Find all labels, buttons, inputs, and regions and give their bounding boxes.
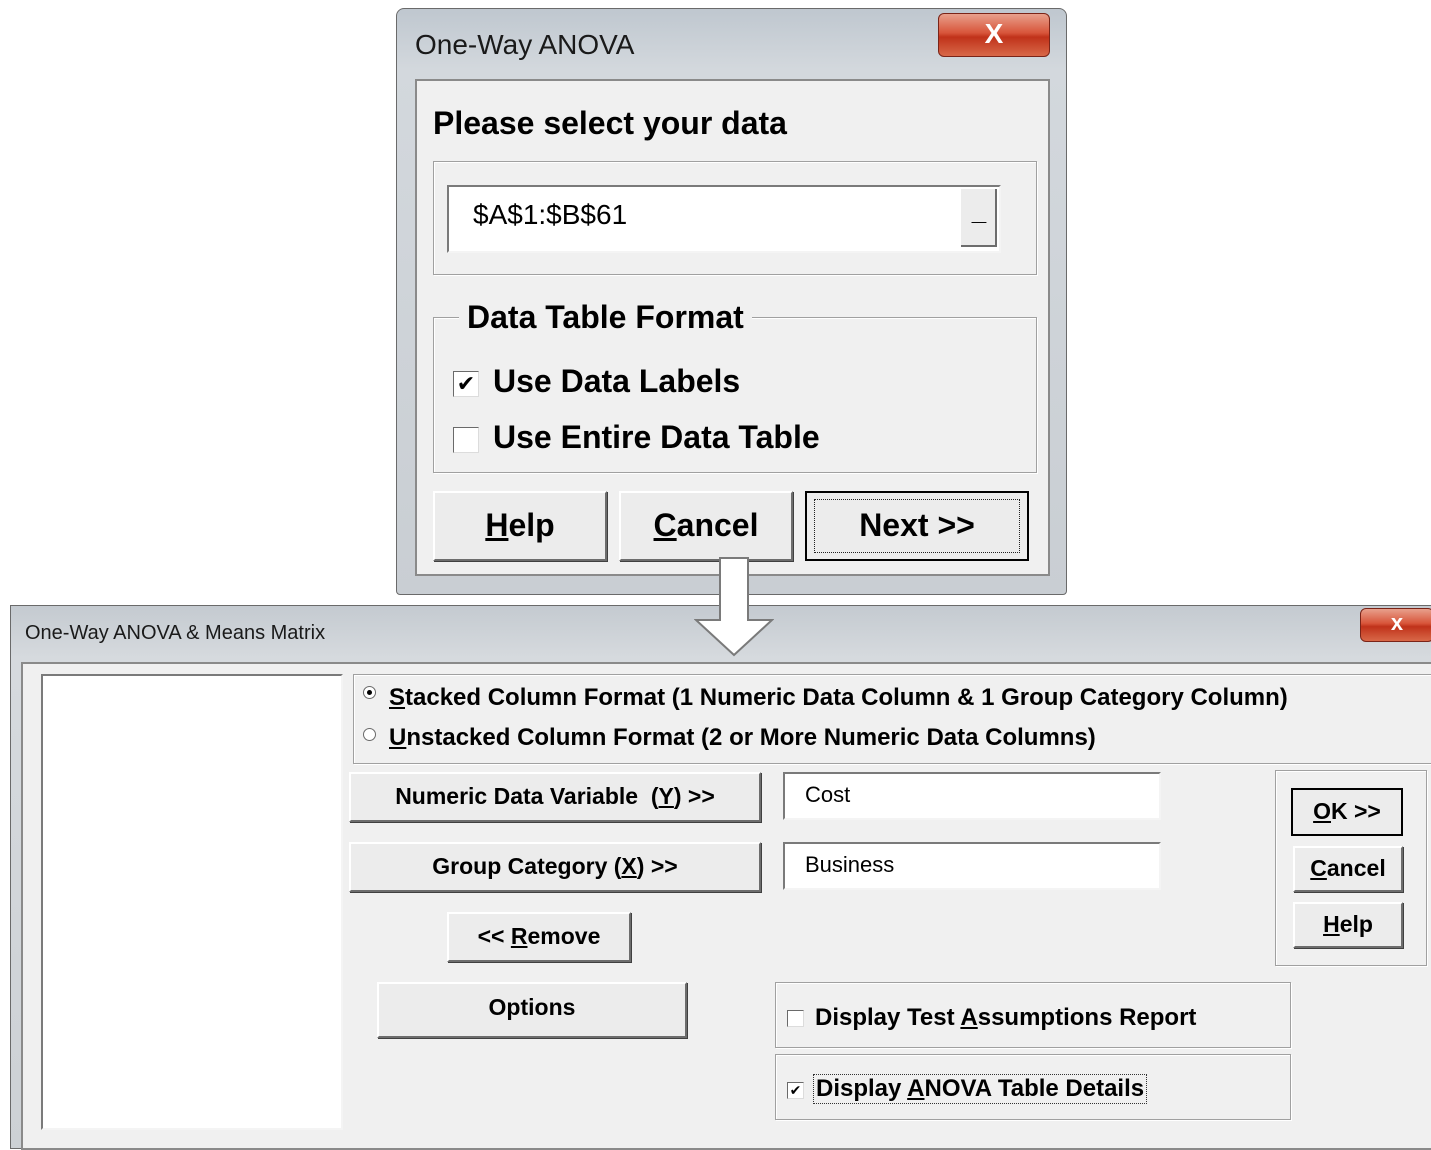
group-mnemonic: X bbox=[621, 853, 637, 879]
unstacked-radio[interactable] bbox=[363, 728, 376, 741]
anova-means-matrix-dialog: One-Way ANOVA & Means Matrix x Stacked C… bbox=[10, 605, 1431, 1150]
assumptions-checkbox[interactable] bbox=[787, 1010, 804, 1027]
anova-details-label[interactable]: Display ANOVA Table Details bbox=[813, 1074, 1148, 1104]
window-title: One-Way ANOVA bbox=[415, 29, 635, 60]
range-input[interactable]: $A$1:$B$61 _ bbox=[447, 185, 1001, 253]
help-rest: elp bbox=[508, 507, 555, 543]
stacked-label[interactable]: Stacked Column Format (1 Numeric Data Co… bbox=[389, 684, 1288, 712]
dialog-body: Stacked Column Format (1 Numeric Data Co… bbox=[21, 662, 1431, 1150]
remove-mnemonic: R bbox=[510, 923, 528, 949]
dialog-body: Please select your data $A$1:$B$61 _ Dat… bbox=[415, 79, 1050, 576]
ok-button[interactable]: OK >> bbox=[1291, 788, 1403, 836]
one-way-anova-dialog: One-Way ANOVA X Please select your data … bbox=[396, 8, 1067, 595]
use-data-labels-label[interactable]: Use Data Labels bbox=[493, 363, 740, 400]
group-value: Business bbox=[805, 852, 895, 877]
data-table-format-title: Data Table Format bbox=[459, 299, 752, 336]
help-mnemonic: H bbox=[1323, 911, 1340, 937]
anova-details-checkbox[interactable]: ✔ bbox=[787, 1082, 804, 1099]
group-category-field[interactable]: Business bbox=[783, 842, 1161, 890]
assumptions-label[interactable]: Display Test Assumptions Report bbox=[815, 1004, 1196, 1032]
next-button[interactable]: Next >> bbox=[805, 491, 1029, 561]
cancel-mnemonic: C bbox=[653, 507, 677, 543]
window-title: One-Way ANOVA & Means Matrix bbox=[25, 622, 326, 644]
check-icon: ✔ bbox=[789, 1082, 802, 1098]
group-post: ) >> bbox=[636, 853, 678, 879]
help-rest: elp bbox=[1339, 911, 1373, 937]
stacked-radio[interactable] bbox=[363, 686, 376, 699]
title-bar: One-Way ANOVA X bbox=[397, 9, 1066, 79]
cancel-rest: ancel bbox=[1326, 855, 1386, 881]
close-icon: X bbox=[984, 18, 1004, 49]
numeric-value: Cost bbox=[805, 782, 851, 807]
anova-post: NOVA Table Details bbox=[924, 1075, 1145, 1102]
help-button[interactable]: Help bbox=[433, 491, 607, 561]
select-data-heading: Please select your data bbox=[433, 105, 787, 141]
use-entire-table-label[interactable]: Use Entire Data Table bbox=[493, 419, 820, 456]
use-entire-table-checkbox[interactable] bbox=[453, 427, 479, 453]
stacked-mnemonic: S bbox=[389, 684, 406, 711]
ok-rest: K >> bbox=[1331, 798, 1381, 824]
ok-mnemonic: O bbox=[1313, 798, 1331, 824]
group-category-button[interactable]: Group Category (X) >> bbox=[349, 842, 761, 892]
help-button[interactable]: Help bbox=[1293, 902, 1403, 948]
options-button[interactable]: Options bbox=[377, 982, 687, 1038]
numeric-data-field[interactable]: Cost bbox=[783, 772, 1161, 820]
cancel-mnemonic: C bbox=[1310, 855, 1327, 881]
anova-pre: Display bbox=[816, 1075, 908, 1102]
numeric-post: ) >> bbox=[673, 783, 715, 809]
group-pre: Group Category ( bbox=[432, 853, 622, 879]
anova-mnemonic: A bbox=[907, 1075, 925, 1102]
help-mnemonic: H bbox=[485, 507, 509, 543]
variables-listbox[interactable] bbox=[41, 674, 343, 1130]
unstacked-rest: nstacked Column Format (2 or More Numeri… bbox=[406, 724, 1096, 751]
assumptions-post: ssumptions Report bbox=[977, 1004, 1197, 1031]
numeric-data-variable-button[interactable]: Numeric Data Variable (Y) >> bbox=[349, 772, 761, 822]
unstacked-label[interactable]: Unstacked Column Format (2 or More Numer… bbox=[389, 724, 1096, 752]
down-arrow-icon bbox=[694, 557, 774, 657]
options-label: Options bbox=[488, 994, 576, 1020]
close-button[interactable]: x bbox=[1360, 608, 1431, 642]
range-value: $A$1:$B$61 bbox=[473, 199, 628, 230]
stacked-rest: tacked Column Format (1 Numeric Data Col… bbox=[405, 684, 1288, 711]
remove-button[interactable]: << Remove bbox=[447, 912, 631, 962]
assumptions-pre: Display Test bbox=[815, 1004, 961, 1031]
remove-pre: << bbox=[477, 923, 511, 949]
close-button[interactable]: X bbox=[938, 13, 1050, 57]
numeric-pre: Numeric Data Variable ( bbox=[395, 783, 659, 809]
use-data-labels-checkbox[interactable]: ✔ bbox=[453, 371, 479, 397]
range-select-button[interactable]: _ bbox=[959, 189, 997, 247]
cancel-button[interactable]: Cancel bbox=[619, 491, 793, 561]
cancel-rest: ancel bbox=[676, 507, 759, 543]
assumptions-mnemonic: A bbox=[960, 1004, 978, 1031]
focus-rect bbox=[814, 499, 1020, 553]
remove-post: emove bbox=[527, 923, 601, 949]
close-icon: x bbox=[1390, 610, 1404, 635]
numeric-mnemonic: Y bbox=[658, 783, 674, 809]
unstacked-mnemonic: U bbox=[389, 724, 407, 751]
check-icon: ✔ bbox=[456, 371, 476, 396]
collapse-icon: _ bbox=[971, 196, 987, 226]
radio-dot bbox=[367, 690, 372, 695]
cancel-button[interactable]: Cancel bbox=[1293, 846, 1403, 892]
